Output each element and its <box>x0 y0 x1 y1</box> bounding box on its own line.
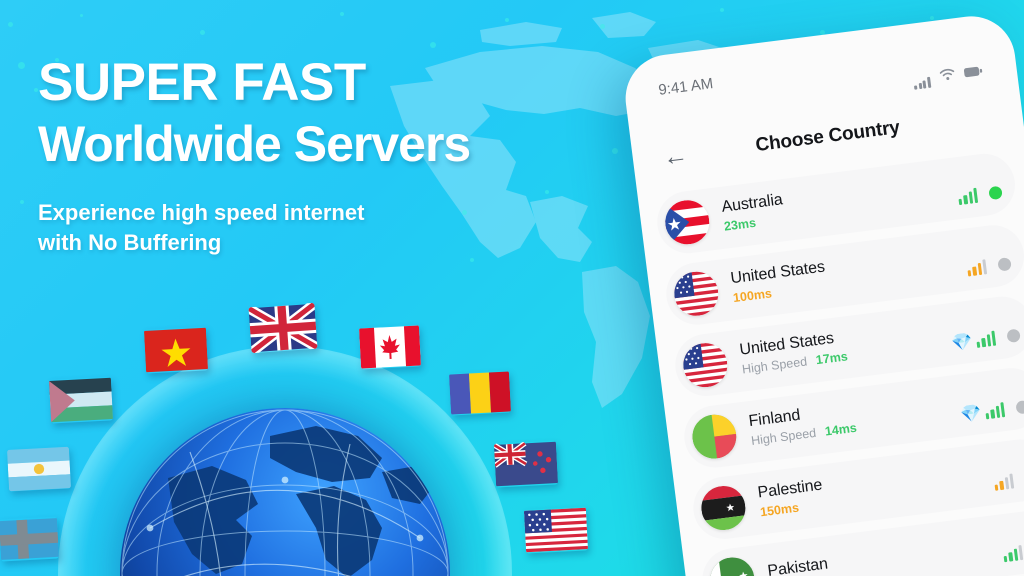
bubble-dot <box>20 200 24 204</box>
globe-sphere <box>120 408 450 576</box>
server-status <box>1003 541 1024 563</box>
bubble-dot <box>720 8 724 12</box>
signal-strength-icon <box>967 258 988 277</box>
globe-halo <box>58 346 512 576</box>
server-status: 💎 <box>950 326 1022 353</box>
server-ping: 17ms <box>814 348 849 367</box>
flag-libya-icon <box>698 483 748 533</box>
battery-icon <box>963 63 984 83</box>
flag-argentina <box>6 446 72 492</box>
server-ping: 14ms <box>824 420 858 439</box>
flag-palestine <box>48 376 114 423</box>
promo-copy: SUPER FAST Worldwide Servers Experience … <box>38 53 598 257</box>
premium-gem-icon: 💎 <box>950 331 974 353</box>
bubble-dot <box>505 18 509 22</box>
server-status <box>994 469 1024 491</box>
server-list[interactable]: Australia 23ms United States 100ms United St… <box>637 140 1024 576</box>
premium-gem-icon: 💎 <box>959 402 983 424</box>
server-country-name: Pakistan <box>766 554 829 576</box>
flag-united-states-icon <box>680 340 730 390</box>
cellular-signal-icon <box>913 76 932 90</box>
server-ping: 100ms <box>732 285 773 305</box>
phone-mockup: 9:41 AM ← Choose Country Australia 23ms Un… <box>620 11 1024 576</box>
headline-line-1: SUPER FAST <box>38 53 366 112</box>
idle-indicator-dot[interactable] <box>1015 399 1024 414</box>
flag-vietnam <box>143 326 209 373</box>
signal-strength-icon <box>1003 544 1024 563</box>
bubble-dot <box>340 12 344 16</box>
server-info: Finland High Speed 14ms <box>748 386 962 447</box>
server-status: 💎 <box>959 397 1024 424</box>
bubble-dot <box>80 14 83 17</box>
connected-indicator-dot[interactable] <box>988 185 1003 200</box>
wifi-icon <box>939 67 956 87</box>
headline-line-2: Worldwide Servers <box>38 116 471 173</box>
flag-puerto-rico-icon <box>662 197 712 247</box>
bubble-dot <box>430 42 436 48</box>
bubble-dot <box>8 22 13 27</box>
server-info: Palestine 150ms <box>757 455 996 519</box>
flag-united-states-icon <box>671 269 721 319</box>
server-status <box>967 255 1012 277</box>
status-bar-icons <box>912 63 984 90</box>
signal-strength-icon <box>985 401 1006 420</box>
idle-indicator-dot[interactable] <box>1006 328 1021 343</box>
server-ping: 150ms <box>759 500 800 519</box>
bubble-dot <box>612 148 618 154</box>
flag-united-kingdom <box>248 302 318 354</box>
server-info: United States High Speed 17ms <box>739 315 953 376</box>
server-ping: 23ms <box>723 215 757 234</box>
bubble-dot <box>18 62 25 69</box>
subhead-line-1: Experience high speed internet <box>38 200 365 226</box>
idle-indicator-dot[interactable] <box>997 256 1012 272</box>
signal-strength-icon <box>976 330 997 348</box>
subhead-line-2: with No Buffering <box>38 229 222 255</box>
bubble-dot <box>470 258 474 262</box>
flag-finland-pie-icon <box>690 412 739 461</box>
bubble-dot <box>930 16 934 20</box>
globe-graphic <box>58 346 512 576</box>
signal-strength-icon <box>994 473 1015 491</box>
server-status <box>958 184 1003 206</box>
promo-banner: SUPER FAST Worldwide Servers Experience … <box>0 0 1024 576</box>
server-info: United States 100ms <box>730 240 969 305</box>
server-info: Pakistan <box>767 533 1004 576</box>
bubble-dot <box>600 24 605 29</box>
flag-romania <box>448 370 512 415</box>
signal-strength-icon <box>958 187 979 206</box>
flag-finland <box>0 517 59 562</box>
flag-new-zealand <box>493 440 559 487</box>
server-info: Australia 23ms <box>721 169 960 233</box>
bubble-dot <box>200 30 205 35</box>
flag-united-states <box>523 506 589 553</box>
flag-canada <box>358 324 422 369</box>
flag-pakistan-icon <box>707 554 757 576</box>
